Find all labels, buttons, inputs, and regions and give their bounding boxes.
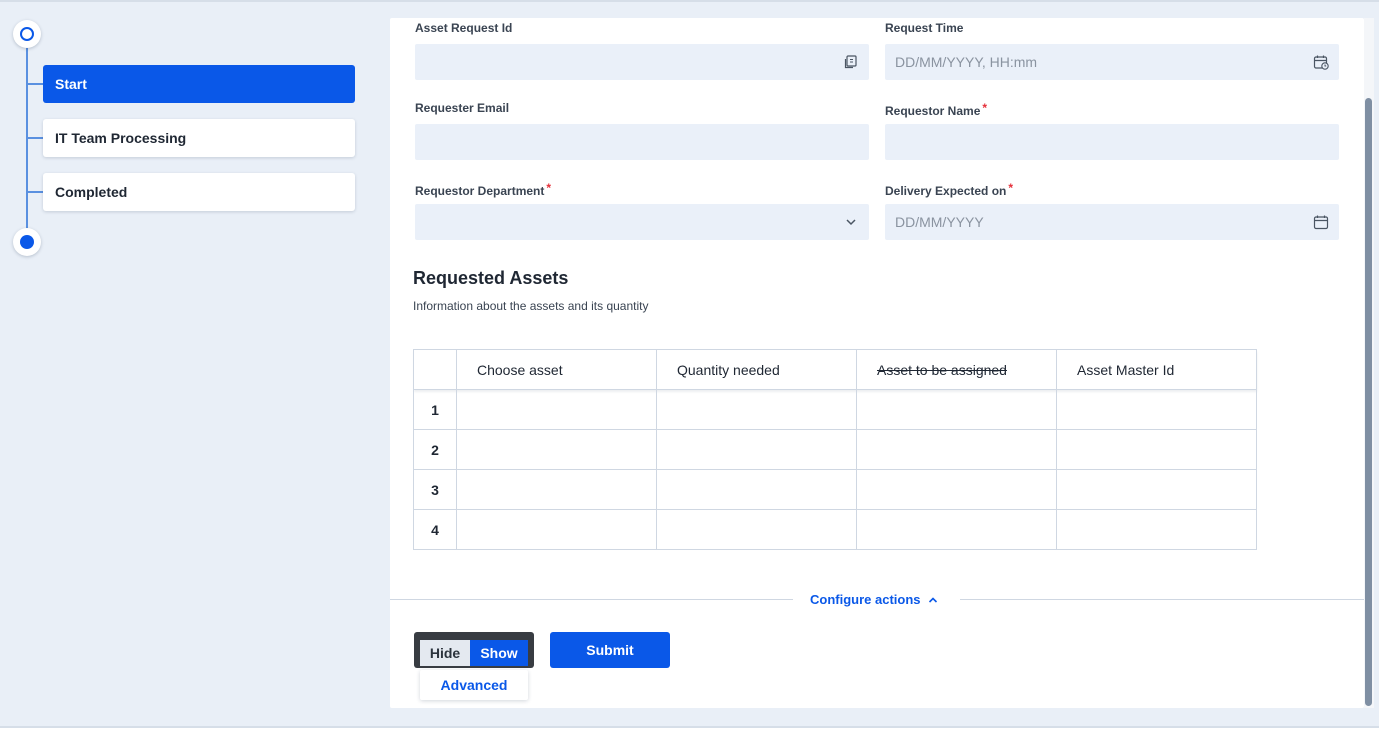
table-cell[interactable]	[856, 389, 1057, 430]
column-header-quantity-needed[interactable]: Quantity needed	[656, 349, 857, 390]
table-row: 2	[413, 429, 1257, 470]
configure-actions-toggle[interactable]: Configure actions	[810, 592, 939, 607]
table-cell[interactable]	[1056, 469, 1257, 510]
table-cell[interactable]	[656, 389, 857, 430]
table-header-row: Choose asset Quantity needed Asset to be…	[413, 349, 1257, 390]
table-cell[interactable]	[656, 509, 857, 550]
request-time-input[interactable]: DD/MM/YYYY, HH:mm	[885, 44, 1339, 80]
requester-email-input[interactable]	[415, 124, 869, 160]
required-mark: *	[546, 181, 552, 195]
field-label: Request Time	[885, 21, 964, 35]
requestor-department-select[interactable]	[415, 204, 869, 240]
delivery-expected-on-field: Delivery Expected on * DD/MM/YYYY	[885, 180, 1339, 240]
table-cell[interactable]	[456, 469, 657, 510]
table-row: 1	[413, 389, 1257, 430]
divider-right	[960, 599, 1364, 600]
step-start[interactable]: Start	[43, 65, 355, 103]
field-label: Requester Email	[415, 101, 510, 115]
table-row: 3	[413, 469, 1257, 510]
required-mark: *	[982, 101, 988, 115]
asset-request-id-field: Asset Request Id	[415, 20, 869, 80]
required-mark: *	[1008, 181, 1014, 195]
field-placeholder: DD/MM/YYYY, HH:mm	[895, 54, 1038, 70]
stepper-connector	[27, 83, 43, 85]
field-label-text: Requestor Department	[415, 184, 545, 198]
field-label: Delivery Expected on *	[885, 180, 1339, 198]
stepper-line	[26, 44, 28, 234]
row-number-header	[413, 349, 457, 390]
column-header-asset-master-id[interactable]: Asset Master Id	[1056, 349, 1257, 390]
requester-email-field: Requester Email	[415, 100, 869, 160]
chevron-up-icon	[928, 596, 937, 603]
advanced-button[interactable]: Advanced	[420, 670, 528, 700]
table-cell[interactable]	[456, 429, 657, 470]
workflow-stepper: Start IT Team Processing Completed	[0, 0, 380, 726]
scrollbar-thumb[interactable]	[1365, 98, 1372, 706]
table-cell[interactable]	[1056, 509, 1257, 550]
hide-show-toggle: Hide Show	[414, 632, 534, 668]
table-cell[interactable]	[1056, 429, 1257, 470]
field-label-text: Requestor Name	[885, 104, 981, 118]
divider-left	[390, 599, 793, 600]
table-cell[interactable]	[456, 389, 657, 430]
end-node-icon	[13, 228, 41, 256]
step-label: Start	[55, 76, 87, 92]
start-node-icon	[13, 20, 41, 48]
hide-button[interactable]: Hide	[420, 640, 470, 666]
table-cell[interactable]	[856, 509, 1057, 550]
row-number: 3	[413, 469, 457, 510]
row-number: 1	[413, 389, 457, 430]
table-cell[interactable]	[856, 429, 1057, 470]
section-subtitle: Information about the assets and its qua…	[413, 299, 649, 313]
request-time-field: Request Time DD/MM/YYYY, HH:mm	[885, 20, 1339, 80]
section-title: Requested Assets	[413, 268, 569, 288]
row-number: 2	[413, 429, 457, 470]
requestor-department-field: Requestor Department *	[415, 180, 869, 240]
field-label: Asset Request Id	[415, 21, 513, 35]
column-header-choose-asset[interactable]: Choose asset	[456, 349, 657, 390]
table-row: 4	[413, 509, 1257, 550]
field-label: Requestor Name *	[885, 100, 1339, 118]
copy-icon[interactable]	[843, 54, 859, 70]
show-button[interactable]: Show	[470, 640, 528, 666]
stepper-connector	[27, 137, 43, 139]
delivery-expected-on-input[interactable]: DD/MM/YYYY	[885, 204, 1339, 240]
step-label: Completed	[55, 184, 128, 200]
submit-button[interactable]: Submit	[550, 632, 670, 668]
chevron-down-icon[interactable]	[843, 214, 859, 230]
table-cell[interactable]	[456, 509, 657, 550]
bottom-strip	[0, 728, 1379, 739]
table-cell[interactable]	[856, 469, 1057, 510]
requestor-name-field: Requestor Name *	[885, 100, 1339, 160]
column-header-asset-to-be-assigned[interactable]: Asset to be assigned	[856, 349, 1057, 390]
calendar-icon[interactable]	[1313, 214, 1329, 230]
field-label: Requestor Department *	[415, 180, 869, 198]
configure-actions-label: Configure actions	[810, 592, 921, 607]
field-label-text: Delivery Expected on	[885, 184, 1007, 198]
row-number: 4	[413, 509, 457, 550]
table-cell[interactable]	[656, 469, 857, 510]
stepper-connector	[27, 191, 43, 193]
assets-table: Choose asset Quantity needed Asset to be…	[413, 349, 1257, 550]
requestor-name-input[interactable]	[885, 124, 1339, 160]
step-completed[interactable]: Completed	[43, 173, 355, 211]
calendar-clock-icon[interactable]	[1313, 54, 1329, 70]
step-label: IT Team Processing	[55, 130, 187, 146]
field-placeholder: DD/MM/YYYY	[895, 214, 984, 230]
table-cell[interactable]	[656, 429, 857, 470]
asset-request-id-input[interactable]	[415, 44, 869, 80]
step-it-team-processing[interactable]: IT Team Processing	[43, 119, 355, 157]
table-cell[interactable]	[1056, 389, 1257, 430]
